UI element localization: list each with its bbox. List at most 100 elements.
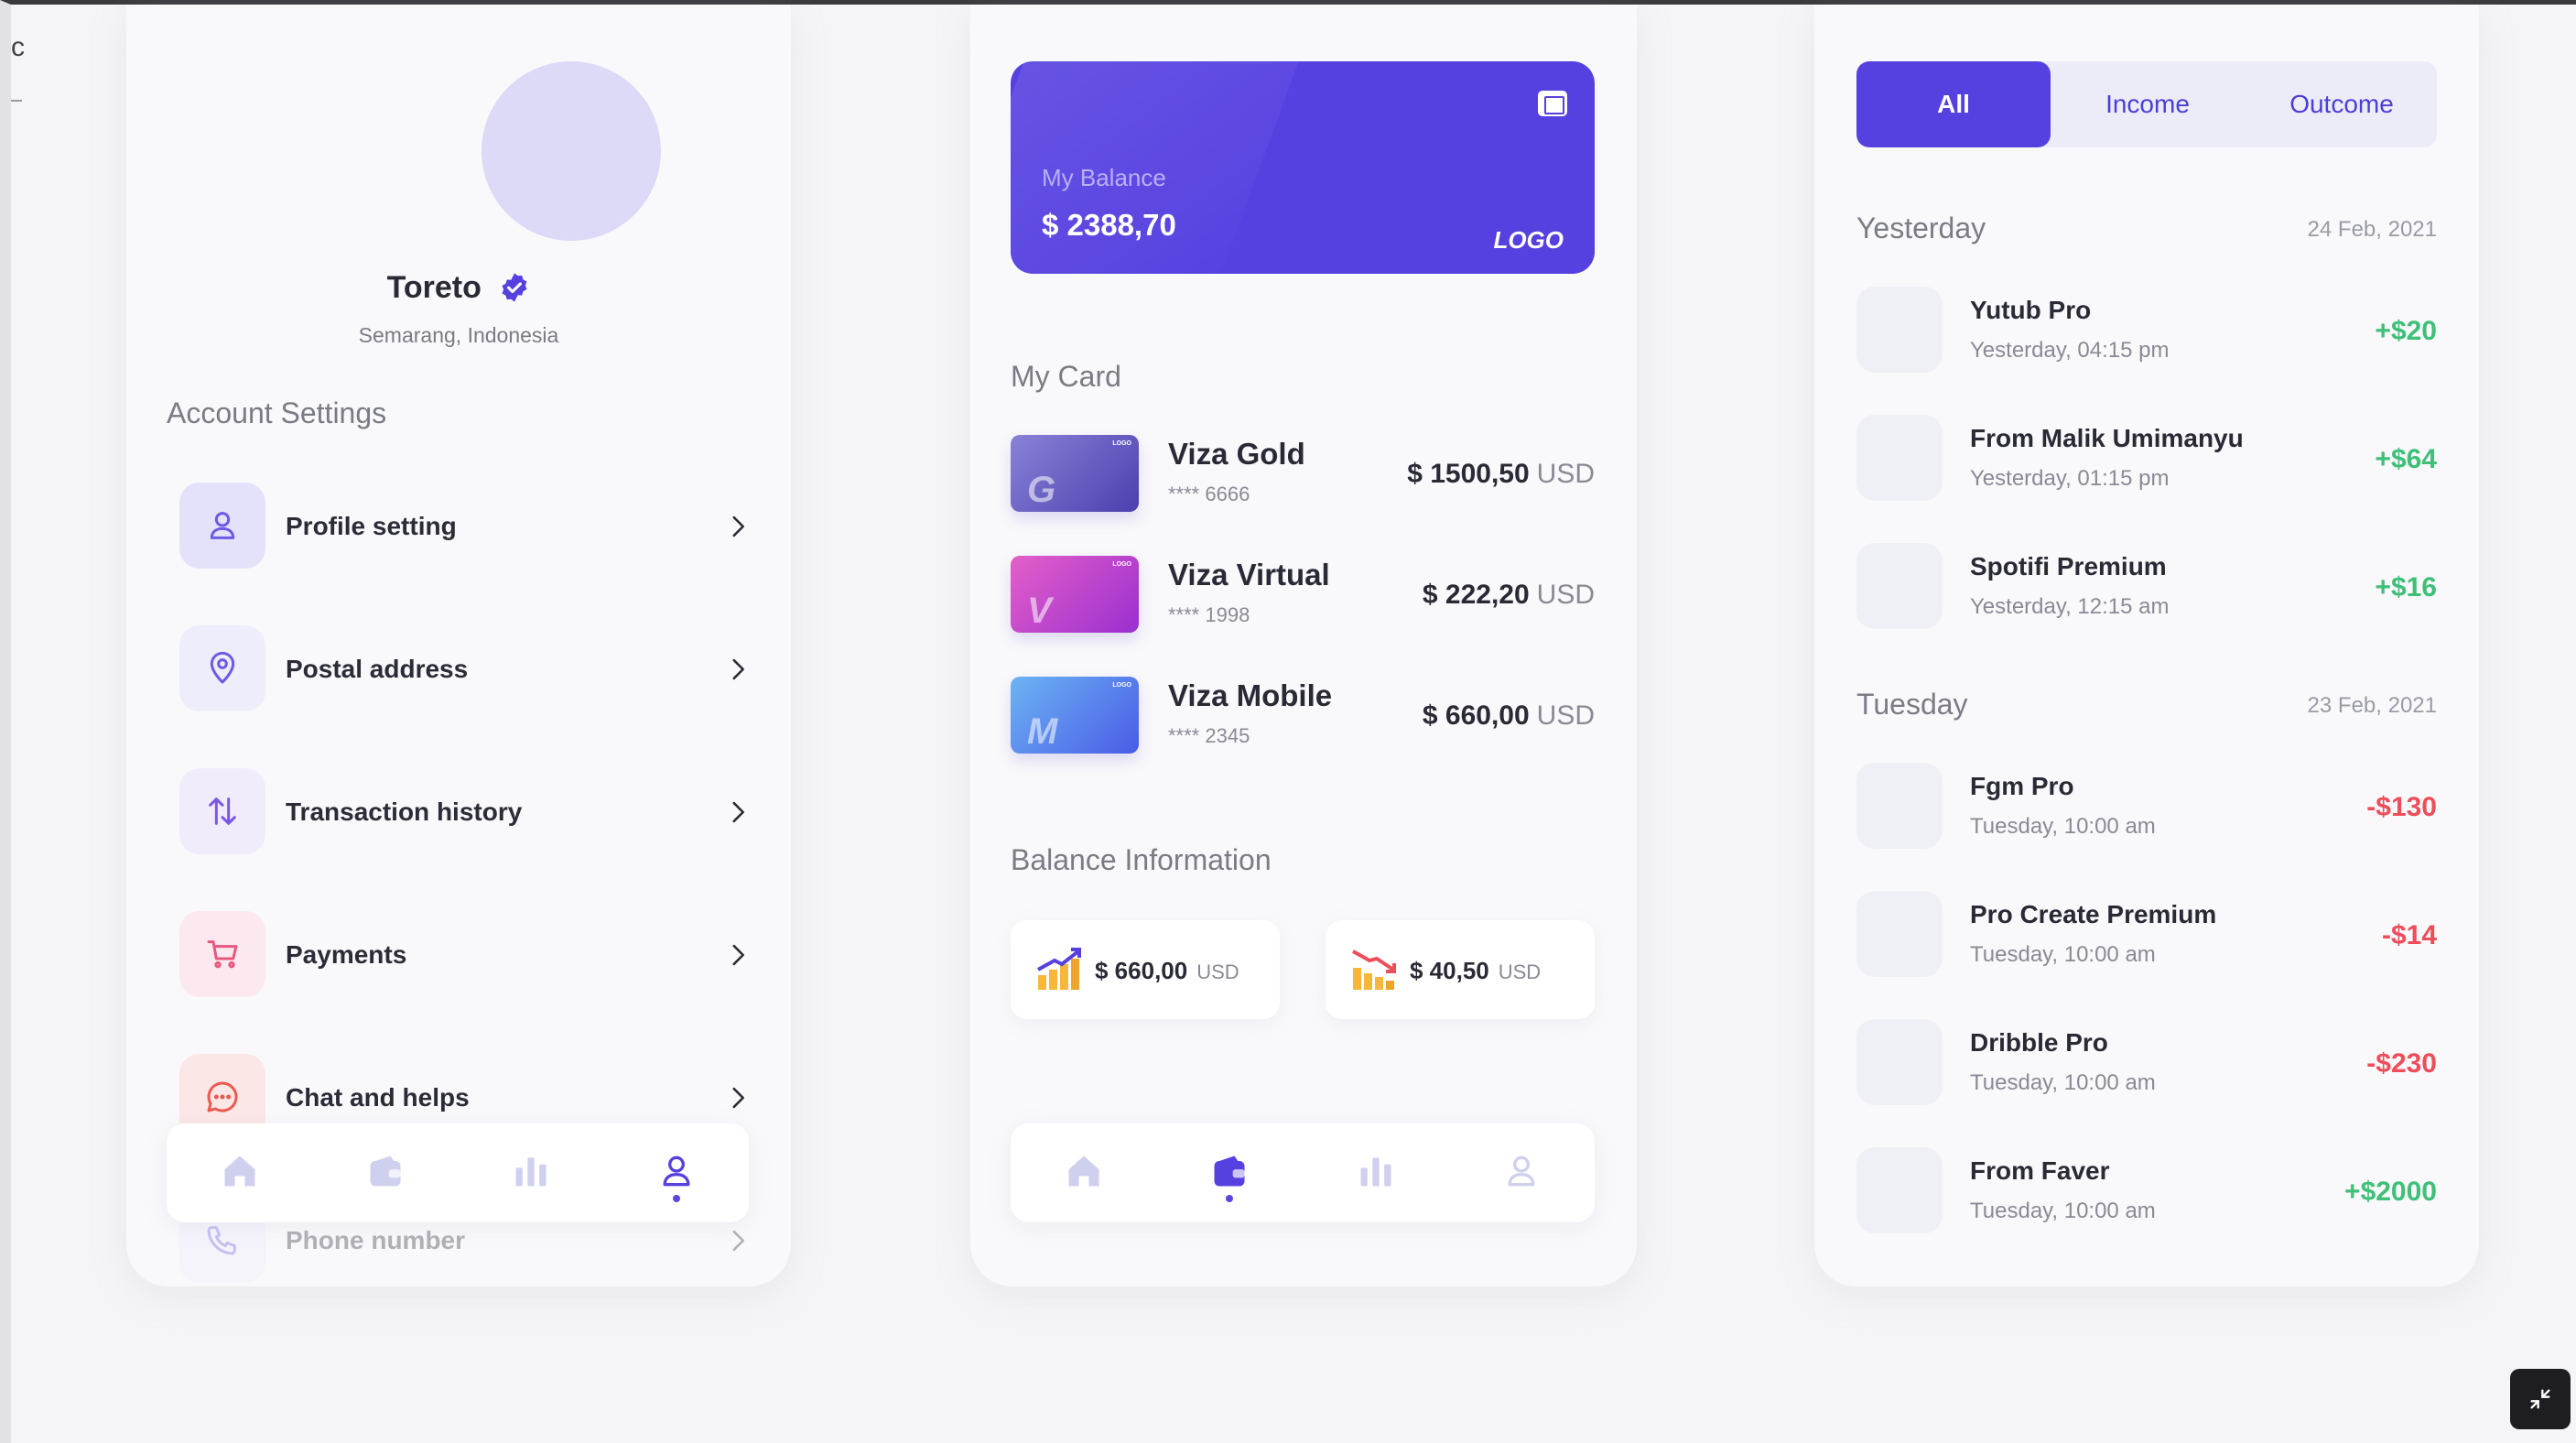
card-thumbnail: LOGO G bbox=[1011, 435, 1139, 512]
card-row[interactable]: LOGO G Viza Gold **** 6666 $ 1500,50 USD bbox=[1011, 435, 1595, 517]
card-currency: USD bbox=[1536, 580, 1595, 610]
exit-fullscreen-button[interactable] bbox=[2510, 1369, 2571, 1429]
balance-info-currency: USD bbox=[1498, 960, 1542, 983]
day-heading: Tuesday bbox=[1856, 688, 1968, 721]
card-name: Viza Mobile bbox=[1168, 678, 1333, 712]
card-number: **** 2345 bbox=[1168, 724, 1250, 747]
card-amount-value: $ 660,00 bbox=[1422, 700, 1530, 731]
transaction-name: From Malik Umimanyu bbox=[1970, 424, 2244, 452]
transfer-arrows-icon bbox=[179, 768, 265, 854]
transaction-icon bbox=[1856, 415, 1943, 501]
nav-home[interactable] bbox=[203, 1136, 276, 1210]
card-row[interactable]: LOGO M Viza Mobile **** 2345 $ 660,00 USD bbox=[1011, 677, 1595, 759]
trend-up-icon bbox=[1036, 948, 1082, 992]
card-thumbnail-logo: LOGO bbox=[1112, 682, 1131, 689]
transaction-icon bbox=[1856, 891, 1943, 977]
bottom-nav bbox=[1011, 1123, 1595, 1222]
balance-info-income[interactable]: $ 660,00 USD bbox=[1011, 920, 1280, 1019]
balance-info-amount: $ 660,00 USD bbox=[1095, 957, 1239, 985]
transaction-row[interactable]: Pro Create Premium Tuesday, 10:00 am -$14 bbox=[1856, 891, 2437, 979]
tab-income[interactable]: Income bbox=[2051, 61, 2245, 147]
transaction-amount: -$230 bbox=[2366, 1048, 2437, 1079]
transaction-row[interactable]: From Faver Tuesday, 10:00 am +$2000 bbox=[1856, 1147, 2437, 1235]
nav-chart[interactable] bbox=[1339, 1136, 1412, 1210]
card-thumbnail-logo: LOGO bbox=[1112, 440, 1131, 447]
transaction-name: From Faver bbox=[1970, 1156, 2110, 1185]
chart-icon bbox=[1356, 1151, 1396, 1196]
chevron-right-icon bbox=[720, 794, 756, 830]
profile-name: Toreto bbox=[386, 269, 482, 305]
avatar[interactable] bbox=[482, 61, 661, 241]
transaction-name: Yutub Pro bbox=[1970, 296, 2092, 324]
balance-info-title: Balance Information bbox=[1011, 843, 1272, 876]
active-indicator bbox=[672, 1195, 680, 1202]
menu-item-label: Profile setting bbox=[286, 512, 457, 540]
profile-name-row: Toreto bbox=[126, 268, 791, 306]
transaction-time: Tuesday, 10:00 am bbox=[1970, 1199, 2156, 1223]
user-icon bbox=[1501, 1151, 1542, 1196]
location-pin-icon bbox=[179, 625, 265, 711]
day-date: 24 Feb, 2021 bbox=[2307, 217, 2437, 242]
nav-chart[interactable] bbox=[494, 1136, 568, 1210]
transaction-name: Pro Create Premium bbox=[1970, 900, 2217, 928]
transaction-row[interactable]: Fgm Pro Tuesday, 10:00 am -$130 bbox=[1856, 763, 2437, 851]
transaction-amount: -$14 bbox=[2381, 920, 2437, 950]
card-thumbnail-mark: G bbox=[1027, 470, 1056, 510]
transaction-amount: +$64 bbox=[2375, 444, 2437, 474]
edge-divider bbox=[11, 100, 22, 102]
transaction-time: Yesterday, 12:15 am bbox=[1970, 594, 2170, 619]
day-date: 23 Feb, 2021 bbox=[2307, 693, 2437, 718]
balance-info-amount: $ 40,50 USD bbox=[1410, 957, 1541, 985]
nav-home[interactable] bbox=[1047, 1136, 1120, 1210]
tab-outcome[interactable]: Outcome bbox=[2245, 61, 2439, 147]
card-thumbnail-logo: LOGO bbox=[1112, 561, 1131, 568]
nav-user[interactable] bbox=[640, 1136, 713, 1210]
balance-amount: $ 2388,70 bbox=[1042, 208, 1176, 242]
profile-panel: Toreto Semarang, Indonesia Account Setti… bbox=[126, 5, 791, 1286]
card-name: Viza Virtual bbox=[1168, 558, 1330, 591]
trend-down-icon bbox=[1351, 948, 1397, 992]
menu-item-payments[interactable]: Payments bbox=[179, 911, 756, 999]
chevron-right-icon bbox=[720, 508, 756, 545]
card-thumbnail-mark: M bbox=[1027, 711, 1058, 752]
tab-all[interactable]: All bbox=[1856, 61, 2051, 147]
transaction-time: Yesterday, 04:15 pm bbox=[1970, 338, 2170, 363]
transaction-amount: -$130 bbox=[2366, 792, 2437, 822]
transaction-time: Tuesday, 10:00 am bbox=[1970, 814, 2156, 839]
menu-item-profile-setting[interactable]: Profile setting bbox=[179, 483, 756, 570]
menu-item-label: Transaction history bbox=[286, 797, 523, 826]
card-thumbnail: LOGO V bbox=[1011, 556, 1139, 633]
transaction-amount: +$16 bbox=[2375, 572, 2437, 602]
menu-item-label: Postal address bbox=[286, 655, 469, 683]
chart-icon bbox=[511, 1151, 551, 1196]
bottom-nav bbox=[167, 1123, 749, 1222]
menu-item-transaction-history[interactable]: Transaction history bbox=[179, 768, 756, 856]
balance-info-currency: USD bbox=[1196, 960, 1239, 983]
nav-user[interactable] bbox=[1485, 1136, 1558, 1210]
nav-wallet[interactable] bbox=[349, 1136, 422, 1210]
transaction-row[interactable]: Dribble Pro Tuesday, 10:00 am -$230 bbox=[1856, 1019, 2437, 1107]
edge-text: c bbox=[11, 32, 25, 62]
chevron-right-icon bbox=[720, 937, 756, 973]
balance-card[interactable]: My Balance $ 2388,70 LOGO bbox=[1011, 61, 1595, 274]
transaction-row[interactable]: Spotifi Premium Yesterday, 12:15 am +$16 bbox=[1856, 543, 2437, 631]
menu-item-postal-address[interactable]: Postal address bbox=[179, 625, 756, 713]
nav-wallet[interactable] bbox=[1193, 1136, 1266, 1210]
card-row[interactable]: LOGO V Viza Virtual **** 1998 $ 222,20 USD bbox=[1011, 556, 1595, 638]
menu-item-label: Chat and helps bbox=[286, 1083, 470, 1112]
transaction-row[interactable]: Yutub Pro Yesterday, 04:15 pm +$20 bbox=[1856, 287, 2437, 374]
collapse-icon bbox=[2530, 1389, 2550, 1409]
card-name: Viza Gold bbox=[1168, 437, 1305, 471]
card-number: **** 6666 bbox=[1168, 483, 1250, 505]
card-logo: LOGO bbox=[1493, 226, 1564, 254]
wallet-icon bbox=[1209, 1151, 1250, 1196]
wallet-panel: My Balance $ 2388,70 LOGO My Card LOGO G V… bbox=[970, 5, 1637, 1286]
chevron-right-icon bbox=[720, 651, 756, 688]
transaction-time: Tuesday, 10:00 am bbox=[1970, 942, 2156, 967]
balance-info-outcome[interactable]: $ 40,50 USD bbox=[1326, 920, 1595, 1019]
card-currency: USD bbox=[1536, 700, 1595, 731]
verified-badge-icon bbox=[502, 273, 527, 302]
home-icon bbox=[1064, 1151, 1104, 1196]
transaction-row[interactable]: From Malik Umimanyu Yesterday, 01:15 pm +$… bbox=[1856, 415, 2437, 503]
transaction-icon bbox=[1856, 763, 1943, 849]
